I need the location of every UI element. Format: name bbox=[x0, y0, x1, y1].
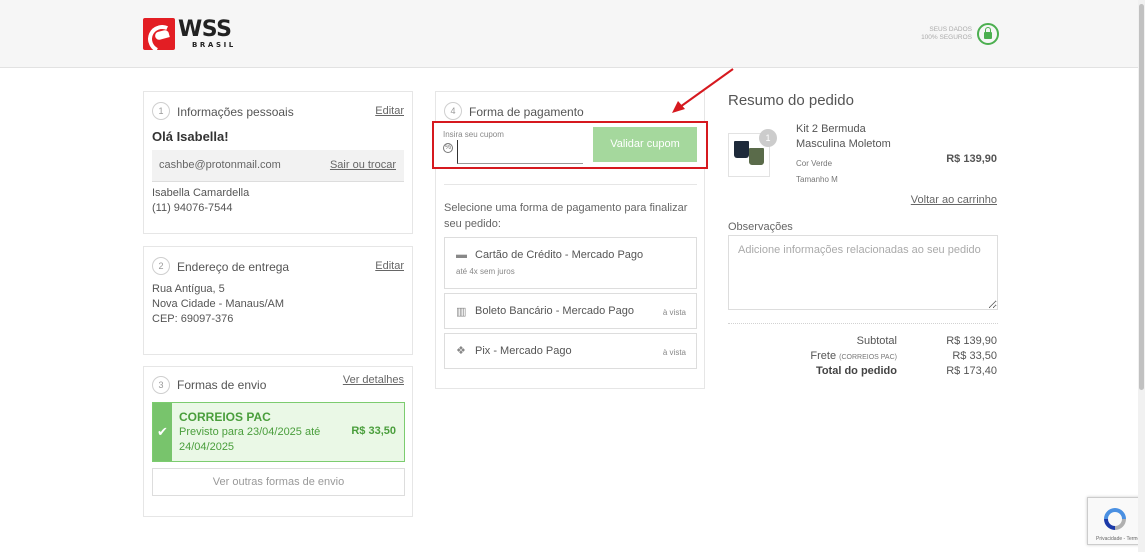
observations-label: Observações bbox=[728, 221, 793, 233]
recaptcha-icon bbox=[1104, 508, 1126, 530]
subtotal-label: Subtotal bbox=[856, 335, 897, 347]
scrollbar-thumb[interactable] bbox=[1139, 4, 1144, 390]
total-value: R$ 173,40 bbox=[946, 365, 997, 377]
page-scrollbar[interactable] bbox=[1138, 0, 1145, 552]
product-price: R$ 139,90 bbox=[946, 153, 997, 165]
recaptcha-badge[interactable]: Privacidade - Termos bbox=[1087, 497, 1145, 545]
divider bbox=[728, 323, 998, 324]
recaptcha-text[interactable]: Privacidade - Termos bbox=[1096, 536, 1143, 542]
shipping-cost-label: Frete (CORREIOS PAC) bbox=[810, 350, 897, 362]
summary-title: Resumo do pedido bbox=[728, 92, 854, 109]
quantity-badge: 1 bbox=[759, 129, 777, 147]
product-name: Kit 2 Bermuda Masculina Moletom bbox=[796, 123, 891, 150]
product-size: Tamanho M bbox=[796, 175, 838, 184]
total-label: Total do pedido bbox=[815, 365, 897, 377]
observations-textarea[interactable] bbox=[728, 235, 998, 310]
shipping-cost-method: (CORREIOS PAC) bbox=[839, 354, 897, 361]
shipping-cost-value: R$ 33,50 bbox=[952, 350, 997, 362]
back-to-cart-link[interactable]: Voltar ao carrinho bbox=[911, 194, 997, 206]
product-color: Cor Verde bbox=[796, 159, 833, 168]
subtotal-value: R$ 139,90 bbox=[946, 335, 997, 347]
